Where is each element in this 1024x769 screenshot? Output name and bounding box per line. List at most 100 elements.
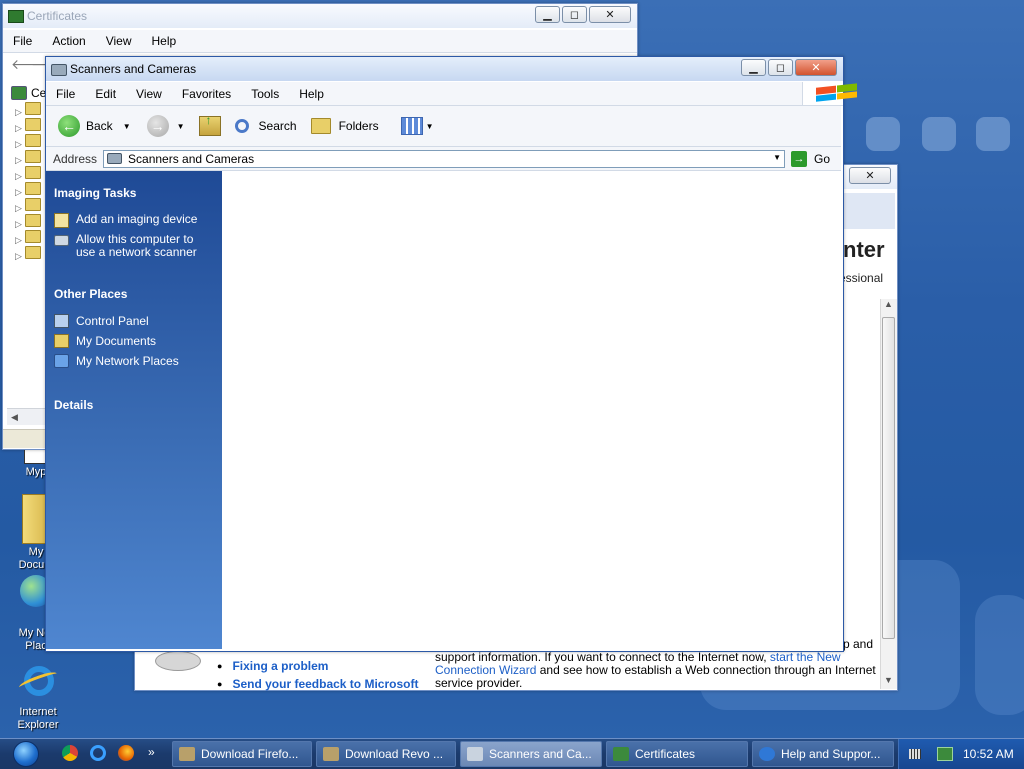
details-title[interactable]: Details (54, 398, 93, 412)
scroll-thumb[interactable] (882, 317, 895, 639)
start-button[interactable] (6, 740, 46, 768)
scroll-down-icon[interactable]: ▼ (884, 675, 893, 685)
scroll-left-icon[interactable]: ◀ (11, 412, 18, 422)
back-button[interactable]: ← Back ▼ (58, 115, 131, 137)
chevron-down-icon[interactable]: ▼ (177, 122, 185, 131)
help-link-list: ● Fixing a problem ● Send your feedback … (217, 657, 418, 693)
minimize-icon: ▁ (543, 9, 552, 21)
views-button[interactable]: ▼ (400, 117, 434, 135)
desktop-icon-label: Internet Explorer (17, 706, 59, 731)
new-connection-link[interactable]: start the New (770, 650, 841, 664)
scroll-up-icon[interactable]: ▲ (884, 299, 893, 309)
menu-view[interactable]: View (126, 87, 172, 101)
chevron-down-icon[interactable]: ▼ (123, 122, 131, 131)
maximize-button[interactable]: ◻ (768, 59, 793, 76)
taskbar-button-download-revo[interactable]: Download Revo ... (316, 741, 456, 767)
certificates-titlebar[interactable]: Certificates ▁ ◻ ✕ (3, 4, 637, 28)
expand-icon: ▷ (15, 155, 22, 165)
menu-view[interactable]: View (96, 34, 142, 48)
keyboard-icon[interactable] (909, 749, 921, 759)
forward-button[interactable]: → ▼ (146, 115, 185, 137)
explorer-titlebar[interactable]: Scanners and Cameras ▁ ◻ ✕ (46, 57, 843, 81)
place-my-documents[interactable]: My Documents (54, 334, 156, 348)
taskbar-button-help-support[interactable]: Help and Suppor... (752, 741, 894, 767)
up-folder-button[interactable]: ↑ (198, 113, 221, 136)
search-button[interactable]: Search (234, 119, 297, 133)
explorer-menubar: File Edit View Favorites Tools Help (46, 82, 857, 106)
taskbar-button-certificates[interactable]: Certificates (606, 741, 748, 767)
menu-help[interactable]: Help (289, 87, 334, 101)
imaging-tasks-title[interactable]: Imaging Tasks (54, 186, 136, 200)
clock[interactable]: 10:52 AM (963, 747, 1014, 761)
certificate-icon (613, 747, 629, 761)
close-icon: ✕ (811, 62, 821, 74)
help-bottom-graphic (155, 651, 201, 671)
menu-file[interactable]: File (3, 34, 42, 48)
fixing-problem-link[interactable]: Fixing a problem (232, 659, 328, 673)
menu-action[interactable]: Action (42, 34, 95, 48)
taskbar: » Download Firefo... Download Revo ... S… (0, 738, 1024, 769)
help-body-line: and see how to establish a Web connectio… (536, 663, 876, 677)
menu-help[interactable]: Help (142, 34, 187, 48)
forward-arrow-icon: → (146, 115, 169, 137)
place-my-network-places[interactable]: My Network Places (54, 354, 179, 368)
menu-edit[interactable]: Edit (85, 87, 126, 101)
help-body-partial-top: p and (843, 637, 874, 651)
task-add-imaging-device[interactable]: Add an imaging device (54, 212, 197, 228)
maximize-button[interactable]: ◻ (562, 6, 587, 23)
menu-file[interactable]: File (46, 87, 85, 101)
tree-node[interactable]: ▷ (15, 150, 42, 166)
address-value: Scanners and Cameras (128, 151, 255, 166)
tree-node[interactable]: ▷ (15, 214, 42, 230)
chevron-down-icon: ▼ (425, 121, 434, 131)
desktop-icon-internet-explorer[interactable]: Internet Explorer (6, 660, 70, 732)
taskbar-button-download-firefox[interactable]: Download Firefo... (172, 741, 312, 767)
maximize-icon: ◻ (775, 62, 786, 74)
scanners-cameras-window[interactable]: Scanners and Cameras ▁ ◻ ✕ File Edit Vie… (45, 56, 857, 652)
network-tray-icon[interactable] (937, 747, 953, 761)
tree-node[interactable]: ▷ (15, 102, 42, 118)
menu-favorites[interactable]: Favorites (172, 87, 241, 101)
help-close-button[interactable]: ✕ (849, 167, 891, 184)
certificates-menubar: File Action View Help (3, 30, 637, 53)
taskbar-button-scanners-cameras[interactable]: Scanners and Ca... (460, 741, 602, 767)
menu-tools[interactable]: Tools (241, 87, 289, 101)
horizontal-scrollbar[interactable]: ◀ (7, 408, 47, 425)
minimize-button[interactable]: ▁ (741, 59, 766, 76)
system-tray: 10:52 AM (898, 739, 1024, 769)
back-arrow-icon: ← (58, 115, 80, 137)
connection-wizard-link[interactable]: Connection Wizard (435, 663, 536, 677)
other-places-title[interactable]: Other Places (54, 287, 127, 301)
folder-icon (25, 118, 42, 131)
address-dropdown-icon[interactable]: ▼ (773, 153, 781, 162)
tree-node[interactable]: ▷ (15, 134, 42, 150)
tree-node[interactable]: ▷ (15, 246, 42, 262)
minimize-button[interactable]: ▁ (535, 6, 560, 23)
tree-root[interactable]: Ce (11, 86, 46, 100)
close-button[interactable]: ✕ (589, 6, 631, 23)
chrome-icon[interactable] (62, 745, 78, 761)
send-feedback-link[interactable]: Send your feedback to Microsoft (232, 677, 418, 691)
tree-node[interactable]: ▷ (15, 198, 42, 214)
file-list-area[interactable] (222, 171, 841, 649)
go-button[interactable]: → Go (791, 150, 830, 167)
tree-node[interactable]: ▷ (15, 230, 42, 246)
task-allow-network-scanner[interactable]: Allow this computer to use a network sca… (54, 233, 214, 259)
address-input[interactable]: Scanners and Cameras ▼ (103, 149, 786, 168)
tree-node[interactable]: ▷ (15, 166, 42, 182)
help-heading: nter (843, 237, 885, 262)
task-pane: Imaging Tasks Add an imaging device Allo… (46, 171, 222, 649)
tree-node[interactable]: ▷ (15, 118, 42, 134)
help-vertical-scrollbar[interactable]: ▲ ▼ (880, 299, 897, 689)
folders-button[interactable]: Folders (310, 118, 379, 134)
internet-explorer-icon[interactable] (90, 745, 106, 761)
folder-icon (25, 182, 42, 195)
chevron-right-icon[interactable]: » (148, 745, 155, 761)
firefox-icon[interactable] (118, 745, 134, 761)
place-control-panel[interactable]: Control Panel (54, 314, 149, 328)
close-button[interactable]: ✕ (795, 59, 837, 76)
task-label: Add an imaging device (76, 212, 198, 226)
tree-node[interactable]: ▷ (15, 182, 42, 198)
place-label: My Network Places (76, 354, 179, 368)
scanner-camera-icon (51, 64, 67, 76)
